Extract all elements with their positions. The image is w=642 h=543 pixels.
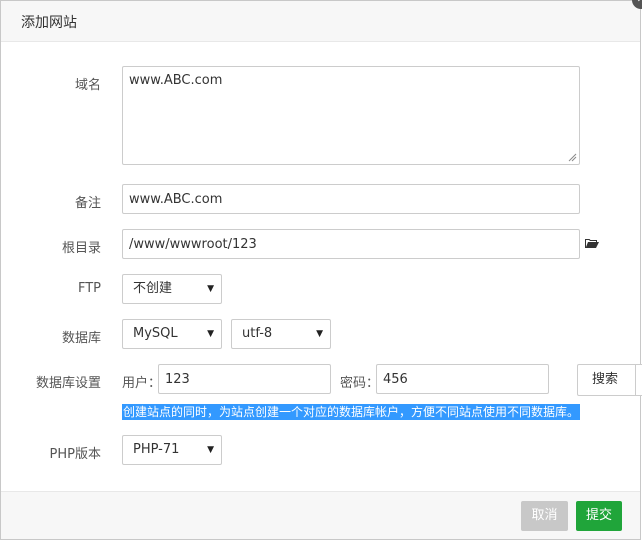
database-charset-select[interactable]: utf-8 ▼: [231, 319, 331, 349]
db-user-label: 用户：: [122, 376, 162, 391]
submit-button[interactable]: 提交: [576, 501, 622, 531]
domain-label: 域名: [74, 78, 101, 93]
dialog-title-bar: 添加网站: [1, 1, 640, 42]
root-dir-label: 根目录: [61, 241, 101, 256]
remark-label: 备注: [74, 196, 101, 211]
ftp-select-value: 不创建: [133, 281, 173, 296]
php-version-value: PHP-71: [133, 442, 180, 457]
resize-grip-icon[interactable]: [568, 153, 577, 162]
cancel-button[interactable]: 取消: [521, 501, 568, 531]
ftp-label: FTP: [77, 281, 101, 296]
search-button[interactable]: 搜索: [577, 364, 642, 396]
ftp-select[interactable]: 不创建 ▼: [122, 274, 222, 304]
db-settings-tip: 创建站点的同时，为站点创建一个对应的数据库帐户，方便不同站点使用不同数据库。: [122, 404, 581, 420]
database-charset-value: utf-8: [242, 326, 273, 341]
dialog-title: 添加网站: [21, 15, 77, 31]
database-label: 数据库: [61, 331, 101, 346]
remark-input[interactable]: [122, 184, 580, 214]
add-website-dialog: 添加网站 域名 备注 根目录 FTP 不创建 ▼ 数据库 MySQL ▼ utf…: [0, 0, 641, 540]
chevron-down-icon: ▼: [316, 329, 323, 339]
dialog-footer: 取消 提交: [1, 491, 640, 539]
domain-textarea[interactable]: [122, 66, 580, 165]
php-version-select[interactable]: PHP-71 ▼: [122, 435, 222, 465]
database-type-select[interactable]: MySQL ▼: [122, 319, 222, 349]
chevron-down-icon: ▼: [207, 329, 214, 339]
php-version-label: PHP版本: [49, 447, 101, 462]
root-dir-input[interactable]: [122, 229, 580, 259]
database-type-value: MySQL: [133, 326, 178, 341]
db-password-label: 密码：: [340, 376, 380, 391]
db-settings-label: 数据库设置: [35, 376, 101, 391]
db-password-input[interactable]: [376, 364, 549, 394]
search-button-divider: [635, 365, 636, 395]
folder-open-icon[interactable]: [585, 237, 599, 249]
chevron-down-icon: ▼: [207, 284, 214, 294]
chevron-down-icon: ▼: [207, 445, 214, 455]
db-user-input[interactable]: [158, 364, 331, 394]
search-button-label: 搜索: [592, 372, 619, 387]
